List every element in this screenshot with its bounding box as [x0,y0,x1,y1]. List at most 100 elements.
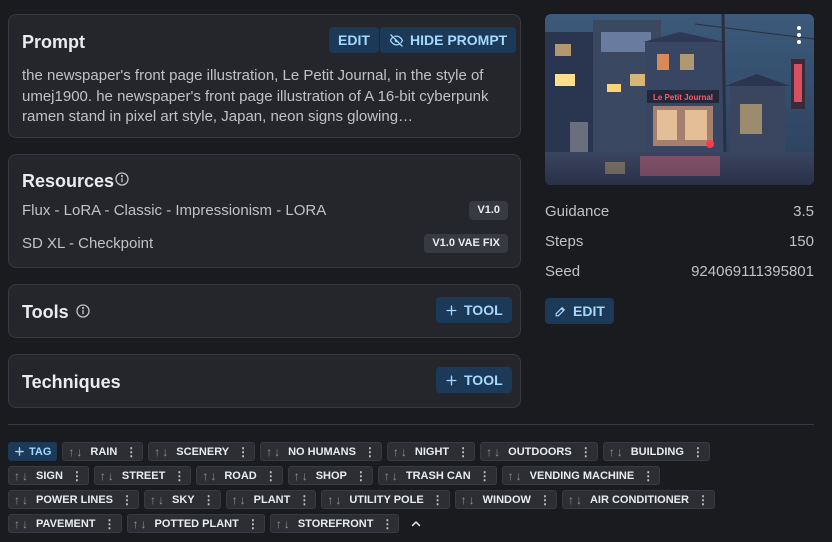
tag-chip[interactable]: ↑ ↓ AIR CONDITIONER ⋮ [561,490,715,509]
vote-icons[interactable]: ↑ ↓ [232,493,246,507]
meta-edit-button[interactable]: EDIT [545,298,614,324]
vote-icons[interactable]: ↑ ↓ [486,445,500,459]
arrow-up-icon[interactable]: ↑ [294,469,300,483]
vote-icons[interactable]: ↑ ↓ [14,493,28,507]
tag-menu-icon[interactable]: ⋮ [237,445,249,459]
prompt-edit-button[interactable]: EDIT [329,27,379,53]
tag-chip[interactable]: ↑ ↓ VENDING MACHINE ⋮ [501,466,661,485]
tag-menu-icon[interactable]: ⋮ [355,469,367,483]
info-icon[interactable] [75,303,91,319]
vote-icons[interactable]: ↑ ↓ [266,445,280,459]
tag-chip[interactable]: ↑ ↓ TRASH CAN ⋮ [377,466,497,485]
vote-icons[interactable]: ↑ ↓ [461,493,475,507]
tag-chip[interactable]: ↑ ↓ SIGN ⋮ [8,466,89,485]
vote-icons[interactable]: ↑ ↓ [609,445,623,459]
tag-chip[interactable]: ↑ ↓ UTILITY POLE ⋮ [321,490,450,509]
vote-icons[interactable]: ↑ ↓ [133,517,147,531]
info-icon[interactable] [114,171,130,187]
arrow-down-icon[interactable]: ↓ [76,445,82,459]
arrow-up-icon[interactable]: ↑ [202,469,208,483]
add-tool-button[interactable]: TOOL [436,297,512,323]
arrow-up-icon[interactable]: ↑ [232,493,238,507]
vote-icons[interactable]: ↑ ↓ [393,445,407,459]
tag-menu-icon[interactable]: ⋮ [432,493,444,507]
tag-menu-icon[interactable]: ⋮ [173,469,185,483]
vote-icons[interactable]: ↑ ↓ [154,445,168,459]
arrow-up-icon[interactable]: ↑ [461,493,467,507]
vote-icons[interactable]: ↑ ↓ [202,469,216,483]
hide-prompt-button[interactable]: HIDE PROMPT [380,27,517,53]
resource-item[interactable]: Flux - LoRA - Classic - Impressionism - … [22,202,326,219]
tag-chip[interactable]: ↑ ↓ SKY ⋮ [144,490,221,509]
arrow-down-icon[interactable]: ↓ [141,517,147,531]
arrow-up-icon[interactable]: ↑ [276,517,282,531]
arrow-up-icon[interactable]: ↑ [327,493,333,507]
add-technique-button[interactable]: TOOL [436,367,512,393]
tag-chip[interactable]: ↑ ↓ POWER LINES ⋮ [8,490,140,509]
generated-image[interactable]: Le Petit Journal [545,14,814,185]
vote-icons[interactable]: ↑ ↓ [14,517,28,531]
arrow-down-icon[interactable]: ↓ [22,517,28,531]
tag-menu-icon[interactable]: ⋮ [125,445,137,459]
resource-item[interactable]: SD XL - Checkpoint [22,235,153,252]
tag-menu-icon[interactable]: ⋮ [457,445,469,459]
tag-chip[interactable]: ↑ ↓ PAVEMENT ⋮ [8,514,122,533]
more-options-icon[interactable] [796,26,802,47]
arrow-down-icon[interactable]: ↓ [576,493,582,507]
tag-chip[interactable]: ↑ ↓ SCENERY ⋮ [148,442,256,461]
vote-icons[interactable]: ↑ ↓ [384,469,398,483]
tag-menu-icon[interactable]: ⋮ [580,445,592,459]
tag-menu-icon[interactable]: ⋮ [121,493,133,507]
tag-chip[interactable]: ↑ ↓ POTTED PLANT ⋮ [126,514,265,533]
arrow-down-icon[interactable]: ↓ [516,469,522,483]
arrow-up-icon[interactable]: ↑ [150,493,156,507]
collapse-tags-button[interactable] [404,514,428,533]
tag-menu-icon[interactable]: ⋮ [381,517,393,531]
vote-icons[interactable]: ↑ ↓ [14,469,28,483]
tag-menu-icon[interactable]: ⋮ [104,517,116,531]
arrow-down-icon[interactable]: ↓ [210,469,216,483]
arrow-up-icon[interactable]: ↑ [508,469,514,483]
tag-chip[interactable]: ↑ ↓ SHOP ⋮ [287,466,373,485]
arrow-up-icon[interactable]: ↑ [266,445,272,459]
vote-icons[interactable]: ↑ ↓ [276,517,290,531]
arrow-up-icon[interactable]: ↑ [68,445,74,459]
arrow-down-icon[interactable]: ↓ [22,469,28,483]
tag-menu-icon[interactable]: ⋮ [479,469,491,483]
tag-menu-icon[interactable]: ⋮ [298,493,310,507]
arrow-up-icon[interactable]: ↑ [384,469,390,483]
arrow-down-icon[interactable]: ↓ [302,469,308,483]
tag-chip[interactable]: ↑ ↓ NIGHT ⋮ [386,442,476,461]
arrow-up-icon[interactable]: ↑ [133,517,139,531]
tag-chip[interactable]: ↑ ↓ NO HUMANS ⋮ [260,442,382,461]
tag-menu-icon[interactable]: ⋮ [364,445,376,459]
arrow-down-icon[interactable]: ↓ [469,493,475,507]
vote-icons[interactable]: ↑ ↓ [327,493,341,507]
tag-menu-icon[interactable]: ⋮ [247,517,259,531]
arrow-down-icon[interactable]: ↓ [494,445,500,459]
tag-menu-icon[interactable]: ⋮ [692,445,704,459]
vote-icons[interactable]: ↑ ↓ [150,493,164,507]
tag-chip[interactable]: ↑ ↓ ROAD ⋮ [196,466,283,485]
vote-icons[interactable]: ↑ ↓ [508,469,522,483]
tag-menu-icon[interactable]: ⋮ [203,493,215,507]
add-tag-button[interactable]: TAG [8,442,58,461]
arrow-down-icon[interactable]: ↓ [108,469,114,483]
arrow-up-icon[interactable]: ↑ [14,517,20,531]
arrow-down-icon[interactable]: ↓ [162,445,168,459]
tag-chip[interactable]: ↑ ↓ OUTDOORS ⋮ [480,442,598,461]
arrow-down-icon[interactable]: ↓ [401,445,407,459]
arrow-down-icon[interactable]: ↓ [617,445,623,459]
vote-icons[interactable]: ↑ ↓ [294,469,308,483]
tag-menu-icon[interactable]: ⋮ [642,469,654,483]
vote-icons[interactable]: ↑ ↓ [568,493,582,507]
arrow-up-icon[interactable]: ↑ [609,445,615,459]
arrow-up-icon[interactable]: ↑ [154,445,160,459]
vote-icons[interactable]: ↑ ↓ [100,469,114,483]
arrow-down-icon[interactable]: ↓ [22,493,28,507]
arrow-up-icon[interactable]: ↑ [393,445,399,459]
arrow-down-icon[interactable]: ↓ [284,517,290,531]
arrow-up-icon[interactable]: ↑ [100,469,106,483]
arrow-down-icon[interactable]: ↓ [274,445,280,459]
tag-chip[interactable]: ↑ ↓ PLANT ⋮ [225,490,317,509]
